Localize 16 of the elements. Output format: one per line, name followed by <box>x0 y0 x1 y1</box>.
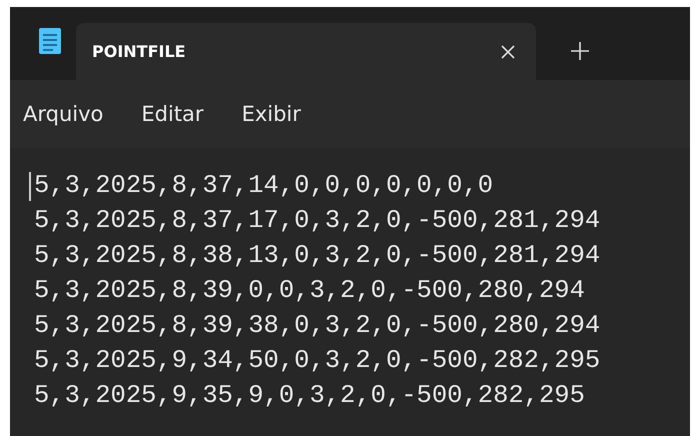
tab-title: POINTFILE <box>92 42 187 61</box>
text-line: 5,3,2025,9,34,50,0,3,2,0,-500,282,295 <box>34 345 600 377</box>
text-caret <box>29 172 31 201</box>
text-line: 5,3,2025,9,35,9,0,3,2,0,-500,282,295 <box>34 380 585 412</box>
menu-item[interactable]: Exibir <box>242 102 301 126</box>
notepad-icon <box>38 27 62 55</box>
menu-item[interactable]: Arquivo <box>23 102 104 126</box>
add-tab-icon[interactable] <box>570 41 590 61</box>
file-tab[interactable]: POINTFILE <box>76 23 536 80</box>
text-line: 5,3,2025,8,39,38,0,3,2,0,-500,280,294 <box>34 310 600 342</box>
close-icon[interactable] <box>500 44 516 60</box>
text-line: 5,3,2025,8,37,17,0,3,2,0,-500,281,294 <box>34 205 600 237</box>
menu-item[interactable]: Editar <box>141 102 204 126</box>
text-line: 5,3,2025,8,39,0,0,3,2,0,-500,280,294 <box>34 275 585 307</box>
text-line: 5,3,2025,8,38,13,0,3,2,0,-500,281,294 <box>34 240 600 272</box>
text-line: 5,3,2025,8,37,14,0,0,0,0,0,0,0 <box>34 170 494 202</box>
